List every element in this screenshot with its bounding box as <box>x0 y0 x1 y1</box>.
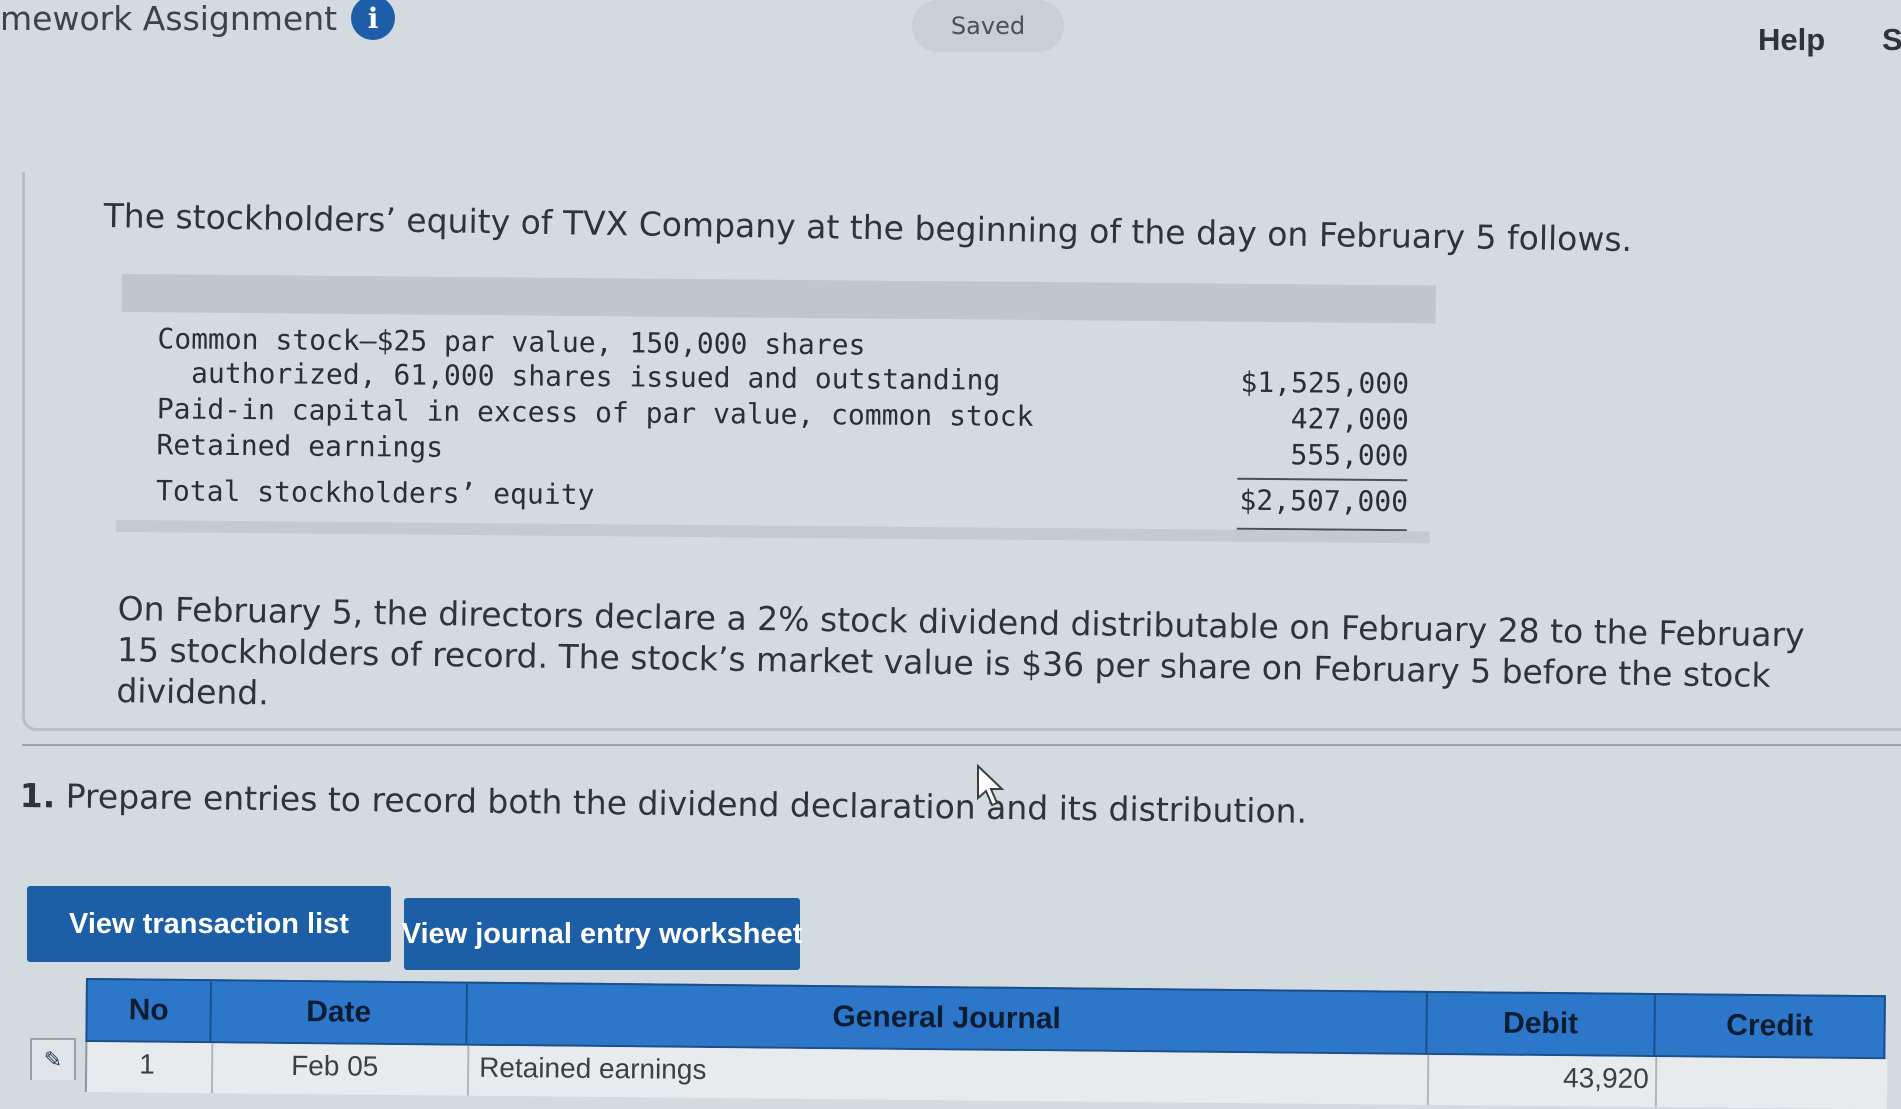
equity-table-bottom-bar <box>115 519 1430 544</box>
question-text: Prepare entries to record both the divid… <box>65 776 1308 831</box>
saved-status-badge: Saved <box>912 0 1064 52</box>
section-divider <box>22 744 1901 746</box>
column-header-credit: Credit <box>1726 1008 1814 1043</box>
row-date: Feb 05 <box>291 1049 379 1082</box>
assignment-header: mework Assignment i Saved Help S <box>0 0 1901 90</box>
column-header-general-journal: General Journal <box>467 983 1428 1053</box>
subtotal-rule <box>1237 477 1408 482</box>
assignment-title-text: mework Assignment <box>0 0 338 38</box>
row-debit: 43,920 <box>1562 1062 1649 1095</box>
row-number: 1 <box>139 1048 155 1080</box>
mouse-pointer-icon <box>977 764 1005 807</box>
row-divider <box>466 1045 470 1096</box>
equity-label: Retained earnings <box>156 428 444 464</box>
equity-value: $2,507,000 <box>1239 483 1409 519</box>
question-number: 1. <box>19 776 56 816</box>
truncated-header-link[interactable]: S <box>1882 22 1901 58</box>
assignment-title: mework Assignment i <box>0 0 396 40</box>
equity-label: authorized, 61,000 shares issued and out… <box>190 356 1001 397</box>
view-transaction-list-button[interactable]: View transaction list <box>27 886 391 962</box>
equity-label: Paid-in capital in excess of par value, … <box>156 392 1034 433</box>
equity-row-common-stock: Common stock—$25 par value, 150,000 shar… <box>122 322 1436 361</box>
help-link[interactable]: Help <box>1758 22 1825 58</box>
row-divider <box>210 1043 214 1094</box>
view-journal-worksheet-button[interactable]: View journal entry worksheet <box>402 898 802 970</box>
column-header-debit: Debit <box>1427 992 1656 1056</box>
question-prompt: 1. Prepare entries to record both the di… <box>20 776 1308 831</box>
equity-label: Common stock—$25 par value, 150,000 shar… <box>157 322 866 362</box>
general-journal-table: No Date General Journal Debit Credit 1 F… <box>84 978 1888 1109</box>
row-divider <box>1654 1057 1658 1108</box>
column-header-no: No <box>87 980 212 1042</box>
equity-value: $1,525,000 <box>1240 365 1410 401</box>
equity-value: 427,000 <box>1290 402 1409 437</box>
column-header-date: Date <box>211 981 468 1044</box>
row-account: Retained earnings <box>479 1051 707 1085</box>
pencil-icon[interactable]: ✎ <box>30 1038 76 1080</box>
equity-table: Common stock—$25 par value, 150,000 shar… <box>115 274 1436 559</box>
equity-label: Total stockholders’ equity <box>155 474 595 512</box>
info-icon[interactable]: i <box>351 0 396 40</box>
equity-value: 555,000 <box>1290 438 1409 473</box>
